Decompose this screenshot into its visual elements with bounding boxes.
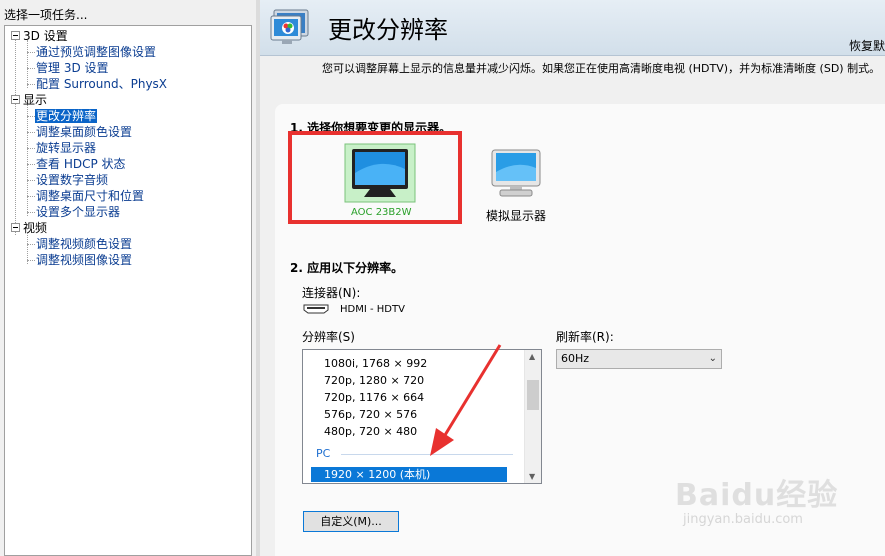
category-3d-settings[interactable]: 3D 设置 bbox=[23, 29, 68, 43]
tree-line bbox=[27, 148, 35, 149]
tree-line bbox=[27, 68, 35, 69]
resolution-option-selected[interactable]: 1920 × 1200 (本机) bbox=[311, 467, 507, 482]
task-preview-image-settings[interactable]: 通过预览调整图像设置 bbox=[35, 45, 157, 59]
connector-value: HDMI - HDTV bbox=[340, 304, 405, 315]
refresh-rate-select[interactable]: 60Hz ⌄ bbox=[556, 349, 722, 369]
tree-line bbox=[27, 180, 35, 181]
tree-line bbox=[27, 104, 28, 216]
watermark-url: jingyan.baidu.com bbox=[683, 512, 803, 527]
tree-line bbox=[27, 84, 35, 85]
tree-line bbox=[27, 116, 35, 117]
resolution-option[interactable]: 480p, 720 × 480 bbox=[324, 425, 417, 438]
collapse-toggle-video[interactable] bbox=[11, 223, 20, 232]
content-pane: 更改分辨率 恢复默 您可以调整屏幕上显示的信息量并减少闪烁。如果您正在使用高清晰… bbox=[260, 0, 885, 556]
resolution-option[interactable]: 720p, 1280 × 720 bbox=[324, 374, 424, 387]
task-adjust-video-image[interactable]: 调整视频图像设置 bbox=[35, 253, 133, 267]
task-panel: 选择一项任务... 3D 设置 通过预览调整图像设置 管理 3D 设置 配置 S… bbox=[0, 0, 256, 556]
monitor-aoc-icon[interactable] bbox=[344, 143, 416, 205]
collapse-toggle-3d[interactable] bbox=[11, 31, 20, 40]
restore-defaults-link[interactable]: 恢复默 bbox=[849, 37, 885, 54]
section-apply-resolution-title: 2. 应用以下分辨率。 bbox=[290, 261, 404, 275]
refresh-rate-label: 刷新率(R): bbox=[556, 330, 614, 344]
task-change-resolution[interactable]: 更改分辨率 bbox=[35, 109, 98, 123]
resolution-scrollbar[interactable]: ▲ ▼ bbox=[524, 350, 541, 483]
resolution-label: 分辨率(S) bbox=[302, 330, 355, 344]
task-set-multiple-displays[interactable]: 设置多个显示器 bbox=[35, 205, 121, 219]
scroll-thumb[interactable] bbox=[527, 380, 539, 410]
tree-line bbox=[27, 244, 35, 245]
task-configure-surround-physx[interactable]: 配置 Surround、PhysX bbox=[35, 77, 168, 91]
collapse-toggle-display[interactable] bbox=[11, 95, 20, 104]
chevron-down-icon: ⌄ bbox=[708, 353, 717, 364]
page-title: 更改分辨率 bbox=[328, 16, 448, 44]
monitor-analog-label[interactable]: 模拟显示器 bbox=[486, 207, 546, 224]
resolution-group-pc: PC bbox=[316, 447, 331, 460]
refresh-rate-value: 60Hz bbox=[561, 352, 590, 365]
task-adjust-desktop-color[interactable]: 调整桌面颜色设置 bbox=[35, 125, 133, 139]
resolution-option[interactable]: 576p, 720 × 576 bbox=[324, 408, 417, 421]
tree-line bbox=[27, 260, 35, 261]
tree-line bbox=[27, 52, 35, 53]
tree-line bbox=[15, 40, 16, 235]
tree-line bbox=[27, 196, 35, 197]
connector-label: 连接器(N): bbox=[302, 286, 361, 300]
task-adjust-desktop-size-position[interactable]: 调整桌面尺寸和位置 bbox=[35, 189, 145, 203]
resolution-option[interactable]: 720p, 1176 × 664 bbox=[324, 391, 424, 404]
baidu-watermark: Baidu经验 jingyan.baidu.com bbox=[675, 470, 875, 540]
tree-line bbox=[27, 40, 28, 88]
display-settings-icon bbox=[270, 9, 309, 44]
page-description: 您可以调整屏幕上显示的信息量并减少闪烁。如果您正在使用高清晰度电视 (HDTV)… bbox=[322, 62, 881, 75]
tree-line bbox=[27, 164, 35, 165]
monitor-analog-icon[interactable] bbox=[490, 148, 542, 198]
scroll-up-icon[interactable]: ▲ bbox=[529, 352, 535, 361]
page-header: 更改分辨率 恢复默 bbox=[260, 0, 885, 56]
task-set-digital-audio[interactable]: 设置数字音频 bbox=[35, 173, 109, 187]
category-display[interactable]: 显示 bbox=[23, 93, 47, 107]
scroll-down-icon[interactable]: ▼ bbox=[529, 472, 535, 481]
customize-button[interactable]: 自定义(M)... bbox=[303, 511, 399, 532]
task-manage-3d-settings[interactable]: 管理 3D 设置 bbox=[35, 61, 110, 75]
task-rotate-display[interactable]: 旋转显示器 bbox=[35, 141, 97, 155]
annotation-arrow-icon bbox=[430, 344, 502, 456]
tree-line bbox=[27, 132, 35, 133]
category-video[interactable]: 视频 bbox=[23, 221, 47, 235]
tree-line bbox=[27, 212, 35, 213]
watermark-logo: Baidu经验 bbox=[675, 478, 839, 513]
task-view-hdcp-status[interactable]: 查看 HDCP 状态 bbox=[35, 157, 127, 171]
monitor-aoc-label[interactable]: AOC 23B2W bbox=[351, 207, 412, 218]
hdmi-connector-icon bbox=[303, 304, 329, 314]
task-panel-title: 选择一项任务... bbox=[4, 8, 88, 22]
task-adjust-video-color[interactable]: 调整视频颜色设置 bbox=[35, 237, 133, 251]
resolution-option[interactable]: 1080i, 1768 × 992 bbox=[324, 357, 427, 370]
task-tree[interactable]: 3D 设置 通过预览调整图像设置 管理 3D 设置 配置 Surround、Ph… bbox=[4, 25, 252, 556]
